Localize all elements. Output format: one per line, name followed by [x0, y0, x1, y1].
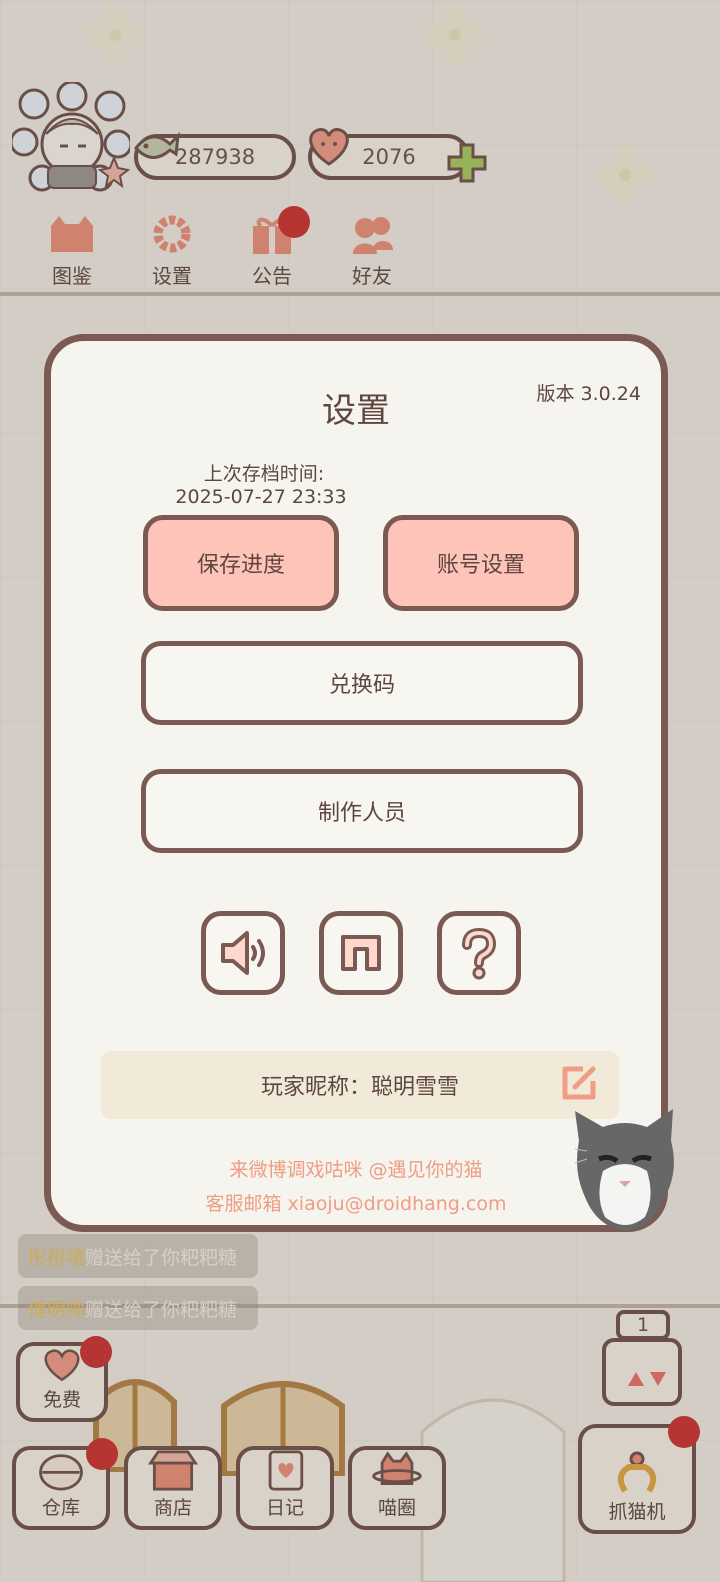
redeem-code-button[interactable]: 兑换码: [141, 641, 583, 725]
music-toggle-button[interactable]: [319, 911, 403, 995]
nickname-bar: 玩家昵称： 聪明雪雪: [101, 1051, 619, 1119]
edit-icon[interactable]: [559, 1063, 599, 1103]
version-label: 版本 3.0.24: [536, 383, 641, 405]
account-settings-button[interactable]: 账号设置: [383, 515, 579, 611]
sound-toggle-button[interactable]: [201, 911, 285, 995]
cat-photo: [574, 1109, 674, 1231]
speaker-icon: [221, 931, 265, 975]
save-progress-button[interactable]: 保存进度: [143, 515, 339, 611]
last-save-time: 2025-07-27 23:33: [175, 486, 347, 508]
help-button[interactable]: [437, 911, 521, 995]
music-note-icon: [341, 935, 381, 971]
nickname-label: 玩家昵称：: [260, 1075, 371, 1100]
account-settings-label: 账号设置: [436, 553, 525, 578]
last-save-label: 上次存档时间:: [203, 463, 325, 485]
nickname-value: 聪明雪雪: [371, 1075, 460, 1100]
settings-dialog: 设置 版本 3.0.24 上次存档时间: 2025-07-27 23:33 保存…: [44, 334, 674, 1232]
save-progress-label: 保存进度: [196, 553, 285, 578]
question-icon: [462, 927, 497, 980]
credits-label: 制作人员: [317, 801, 406, 826]
credits-button[interactable]: 制作人员: [141, 769, 583, 853]
redeem-code-label: 兑换码: [328, 673, 395, 698]
